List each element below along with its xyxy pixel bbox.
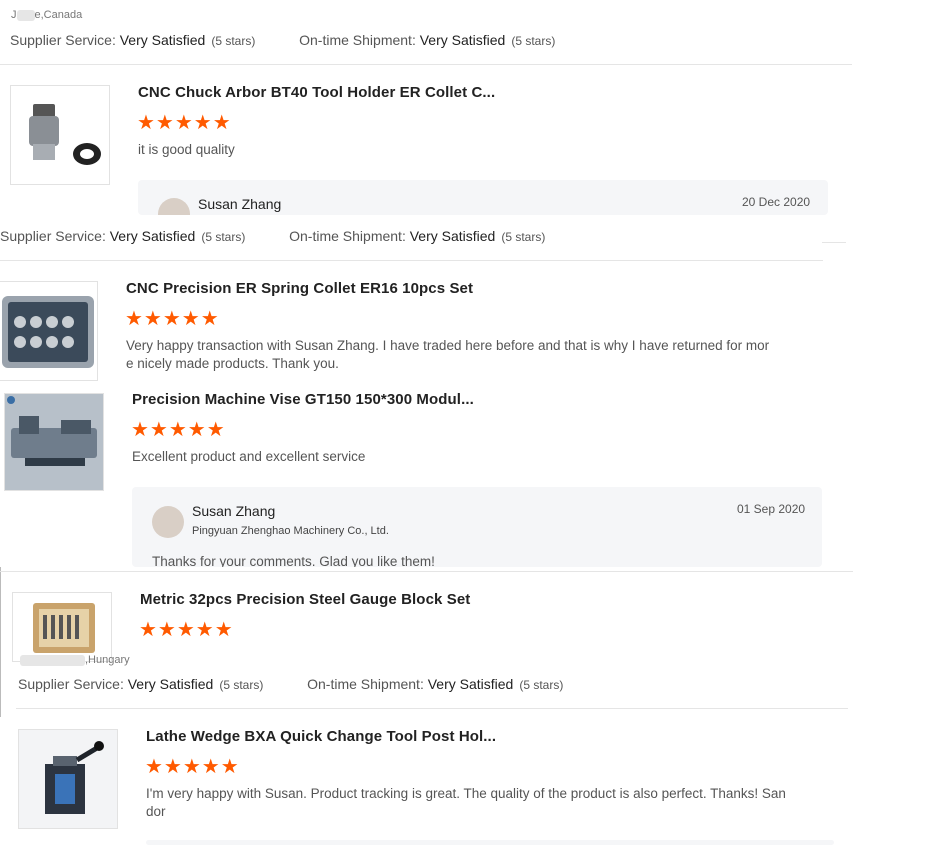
ontime-shipment-stars: (5 stars): [501, 230, 546, 244]
supplier-service-label: Supplier Service:: [10, 32, 116, 48]
tool-holder-icon: [29, 104, 101, 165]
avatar: [158, 198, 190, 215]
ontime-shipment-value: Very Satisfied: [427, 676, 514, 692]
supplier-service-value: Very Satisfied: [119, 32, 206, 48]
supplier-reply: Susan Zhang 20 Dec 2020: [138, 180, 828, 215]
divider: [0, 260, 823, 261]
product-title[interactable]: Precision Machine Vise GT150 150*300 Mod…: [132, 391, 474, 408]
supplier-service-label: Supplier Service:: [18, 676, 124, 692]
divider: [16, 708, 848, 709]
review-comment: Excellent product and excellent service: [132, 449, 366, 464]
product-thumbnail[interactable]: [4, 393, 104, 491]
star-rating: ★★★★★: [131, 419, 226, 441]
supplier-service-stars: (5 stars): [219, 678, 264, 692]
reply-text: Thanks for your comments. Glad you like …: [152, 554, 435, 567]
supplier-reply: [146, 840, 834, 845]
star-rating: ★★★★★: [145, 756, 240, 778]
review-comment: I'm very happy with Susan. Product track…: [146, 785, 816, 821]
comment-line: dor: [146, 804, 166, 819]
comment-line: Very happy transaction with Susan Zhang.…: [126, 338, 770, 353]
product-thumbnail[interactable]: [18, 729, 118, 829]
product-thumbnail[interactable]: [12, 592, 112, 662]
star-rating: ★★★★★: [125, 308, 220, 330]
blurred-name: [16, 9, 35, 21]
reply-company: Pingyuan Zhenghao Machinery Co., Ltd.: [192, 525, 389, 537]
location-prefix: J: [11, 9, 17, 21]
avatar: [152, 506, 184, 538]
product-thumbnail[interactable]: [10, 85, 110, 185]
divider: [0, 571, 853, 572]
ontime-shipment-stars: (5 stars): [519, 678, 564, 692]
comment-line: e nicely made products. Thank you.: [126, 356, 339, 371]
product-title[interactable]: CNC Chuck Arbor BT40 Tool Holder ER Coll…: [138, 84, 495, 101]
divider: [0, 567, 1, 717]
supplier-reply: Susan Zhang Pingyuan Zhenghao Machinery …: [132, 487, 822, 567]
service-ratings: Supplier Service: Very Satisfied (5 stars…: [18, 676, 563, 692]
product-thumbnail[interactable]: [0, 281, 98, 381]
ontime-shipment-label: On-time Shipment:: [289, 228, 406, 244]
reviewer-location: Je,Canada: [11, 9, 82, 21]
ontime-shipment-label: On-time Shipment:: [307, 676, 424, 692]
ontime-shipment-label: On-time Shipment:: [299, 32, 416, 48]
reply-date: 20 Dec 2020: [742, 195, 811, 209]
supplier-service-stars: (5 stars): [201, 230, 246, 244]
review-comment: Very happy transaction with Susan Zhang.…: [126, 337, 786, 373]
service-ratings: Supplier Service: Very Satisfied (5 stars…: [10, 32, 555, 48]
ontime-shipment-value: Very Satisfied: [409, 228, 496, 244]
review-comment: it is good quality: [138, 142, 235, 157]
tool-post-icon: [19, 730, 117, 828]
product-title[interactable]: CNC Precision ER Spring Collet ER16 10pc…: [126, 280, 473, 297]
reply-name: Susan Zhang: [192, 503, 276, 519]
reply-name: Susan Zhang: [198, 196, 282, 212]
product-title[interactable]: Lathe Wedge BXA Quick Change Tool Post H…: [146, 728, 496, 745]
star-rating: ★★★★★: [137, 112, 232, 134]
collet-case-icon: [2, 296, 94, 368]
supplier-service-value: Very Satisfied: [127, 676, 214, 692]
product-title[interactable]: Metric 32pcs Precision Steel Gauge Block…: [140, 591, 470, 608]
supplier-service-label: Supplier Service:: [0, 228, 106, 244]
reply-date: 01 Sep 2020: [737, 502, 806, 516]
comment-line: I'm very happy with Susan. Product track…: [146, 786, 786, 801]
divider: [0, 64, 852, 65]
machine-vise-icon: [5, 394, 103, 490]
ontime-shipment-value: Very Satisfied: [419, 32, 506, 48]
supplier-service-stars: (5 stars): [211, 34, 256, 48]
location-suffix: e,Canada: [34, 9, 83, 21]
supplier-service-value: Very Satisfied: [109, 228, 196, 244]
gauge-block-box-icon: [33, 603, 95, 653]
service-ratings: Supplier Service: Very Satisfied (5 stars…: [0, 228, 545, 244]
star-rating: ★★★★★: [139, 619, 234, 641]
blurred-name: [20, 654, 85, 666]
divider: [822, 242, 846, 243]
reviewer-location: ,Hungary: [20, 654, 130, 666]
location-suffix: ,Hungary: [85, 654, 130, 666]
ontime-shipment-stars: (5 stars): [511, 34, 556, 48]
